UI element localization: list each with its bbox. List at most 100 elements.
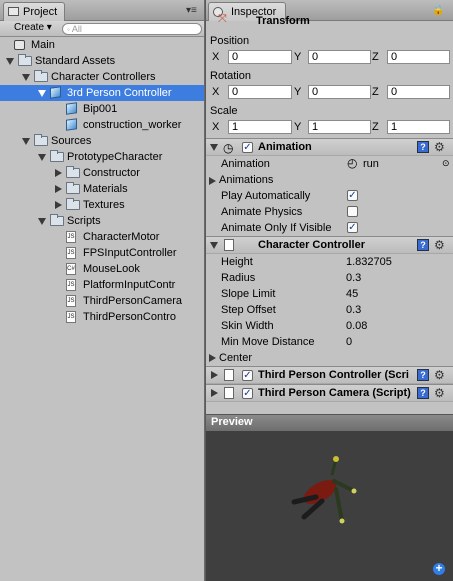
expanded-triangle-icon[interactable] xyxy=(38,218,46,225)
tree-row[interactable]: Materials xyxy=(0,181,204,197)
tree-row[interactable]: JS FPSInputController xyxy=(0,245,204,261)
create-button[interactable]: Create ▾ xyxy=(11,22,55,35)
tree-row[interactable]: PrototypeCharacter xyxy=(0,149,204,165)
position-z-field[interactable]: 0 xyxy=(387,50,450,64)
search-input[interactable]: ◦ All xyxy=(62,23,202,35)
object-picker-icon[interactable]: ⊙ xyxy=(442,158,450,169)
scale-label: Scale xyxy=(210,105,238,117)
position-y-field[interactable]: 0 xyxy=(308,50,371,64)
animation-clip-value[interactable]: run xyxy=(363,158,379,170)
rotation-x-field[interactable]: 0 xyxy=(228,85,292,99)
tpcam-foldout-icon[interactable] xyxy=(211,389,218,397)
cc-prop-label: Slope Limit xyxy=(221,288,276,300)
animate-physics-label: Animate Physics xyxy=(221,206,303,218)
rotation-y-label: Y xyxy=(294,86,302,98)
rotation-z-field[interactable]: 0 xyxy=(387,85,450,99)
animations-foldout-icon[interactable] xyxy=(209,177,216,185)
third-person-camera-header[interactable]: ✓ Third Person Camera (Script) ? ⚙ xyxy=(206,384,453,402)
tree-row[interactable]: JS ThirdPersonCamera xyxy=(0,293,204,309)
character-controller-header[interactable]: Character Controller ? ⚙ xyxy=(206,236,453,254)
character-model-preview xyxy=(291,456,357,524)
cc-prop-label: Step Offset xyxy=(221,304,276,316)
preview-viewport[interactable]: + xyxy=(206,431,453,581)
animation-foldout-icon[interactable] xyxy=(210,144,218,151)
gear-icon[interactable]: ⚙ xyxy=(434,369,445,381)
tree-row[interactable]: Standard Assets xyxy=(0,53,204,69)
cc-prop-value[interactable]: 45 xyxy=(346,288,358,300)
cc-prop-value[interactable]: 0.3 xyxy=(346,272,361,284)
collapsed-triangle-icon[interactable] xyxy=(55,185,62,193)
animation-header[interactable]: ◷ ✓ Animation ? ⚙ xyxy=(206,138,453,156)
tree-row[interactable]: Textures xyxy=(0,197,204,213)
scale-x-field[interactable]: 1 xyxy=(228,120,292,134)
collapsed-triangle-icon[interactable] xyxy=(55,201,62,209)
cc-prop-value[interactable]: 0 xyxy=(346,336,352,348)
tree-item-label: Standard Assets xyxy=(35,55,116,67)
tab-project[interactable]: Project xyxy=(3,2,65,21)
help-icon[interactable]: ? xyxy=(417,239,429,251)
scale-y-label: Y xyxy=(294,121,302,133)
collapsed-triangle-icon[interactable] xyxy=(55,169,62,177)
cc-foldout-icon[interactable] xyxy=(210,242,218,249)
animation-enabled-checkbox[interactable]: ✓ xyxy=(242,142,253,153)
tree-row[interactable]: Constructor xyxy=(0,165,204,181)
third-person-controller-header[interactable]: ✓ Third Person Controller (Scri ? ⚙ xyxy=(206,366,453,384)
animation-title: Animation xyxy=(258,141,312,153)
help-icon[interactable]: ? xyxy=(417,141,429,153)
tree-row[interactable]: Bip001 xyxy=(0,101,204,117)
center-foldout-icon[interactable] xyxy=(209,354,216,362)
position-y-label: Y xyxy=(294,51,302,63)
panel-menu-icon[interactable]: ▾≡ xyxy=(186,5,197,16)
rotation-y-field[interactable]: 0 xyxy=(308,85,371,99)
folder-icon xyxy=(66,166,80,178)
tree-row[interactable]: JS ThirdPersonContro xyxy=(0,309,204,325)
tree-row[interactable]: Main xyxy=(0,37,204,53)
tree-row[interactable]: Sources xyxy=(0,133,204,149)
cc-prop-value[interactable]: 0.08 xyxy=(346,320,367,332)
preview-header[interactable]: Preview xyxy=(206,414,453,431)
animations-label[interactable]: Animations xyxy=(219,174,273,186)
tree-row[interactable]: Scripts xyxy=(0,213,204,229)
help-icon[interactable]: ? xyxy=(417,387,429,399)
tree-item-label: Character Controllers xyxy=(51,71,156,83)
js-script-icon: JS xyxy=(66,295,76,307)
expanded-triangle-icon[interactable] xyxy=(22,138,30,145)
js-script-icon: JS xyxy=(66,279,76,291)
tree-row[interactable]: construction_worker xyxy=(0,117,204,133)
lock-icon[interactable]: 🔒 xyxy=(432,5,444,16)
play-auto-checkbox[interactable]: ✓ xyxy=(347,190,358,201)
tpc-foldout-icon[interactable] xyxy=(211,371,218,379)
animate-visible-checkbox[interactable]: ✓ xyxy=(347,222,358,233)
tree-row[interactable]: 3rd Person Controller xyxy=(0,85,204,101)
center-label[interactable]: Center xyxy=(219,352,252,364)
transform-body: Position X 0 Y 0 Z 0 Rotation X 0 Y 0 Z … xyxy=(206,33,453,137)
hard-hat xyxy=(333,456,339,462)
cc-prop-value[interactable]: 1.832705 xyxy=(346,256,392,268)
scale-z-field[interactable]: 1 xyxy=(387,120,450,134)
gear-icon[interactable]: ⚙ xyxy=(434,141,445,153)
tree-row[interactable]: JS CharacterMotor xyxy=(0,229,204,245)
tpcam-enabled-checkbox[interactable]: ✓ xyxy=(242,388,253,399)
gear-icon[interactable]: ⚙ xyxy=(434,239,445,251)
animate-physics-checkbox[interactable] xyxy=(347,206,358,217)
add-preview-icon[interactable]: + xyxy=(433,562,445,575)
cc-prop-label: Radius xyxy=(221,272,256,284)
expanded-triangle-icon[interactable] xyxy=(38,90,46,97)
position-x-field[interactable]: 0 xyxy=(228,50,292,64)
help-icon[interactable]: ? xyxy=(417,369,429,381)
create-button-label: Create xyxy=(14,22,45,33)
expanded-triangle-icon[interactable] xyxy=(6,58,14,65)
project-toolbar: Create ▾ ◦ All xyxy=(0,21,204,37)
gear-icon[interactable]: ⚙ xyxy=(434,387,445,399)
tree-item-label: Textures xyxy=(83,199,125,211)
tree-row[interactable]: JS PlatformInputContr xyxy=(0,277,204,293)
scale-y-field[interactable]: 1 xyxy=(308,120,371,134)
tpc-enabled-checkbox[interactable]: ✓ xyxy=(242,370,253,381)
cc-prop-value[interactable]: 0.3 xyxy=(346,304,361,316)
expanded-triangle-icon[interactable] xyxy=(22,74,30,81)
transform-header[interactable]: Transform ⤧ xyxy=(206,13,453,32)
tree-item-label: PlatformInputContr xyxy=(83,279,176,291)
expanded-triangle-icon[interactable] xyxy=(38,154,46,161)
tree-row[interactable]: Character Controllers xyxy=(0,69,204,85)
tree-row[interactable]: C# MouseLook xyxy=(0,261,204,277)
